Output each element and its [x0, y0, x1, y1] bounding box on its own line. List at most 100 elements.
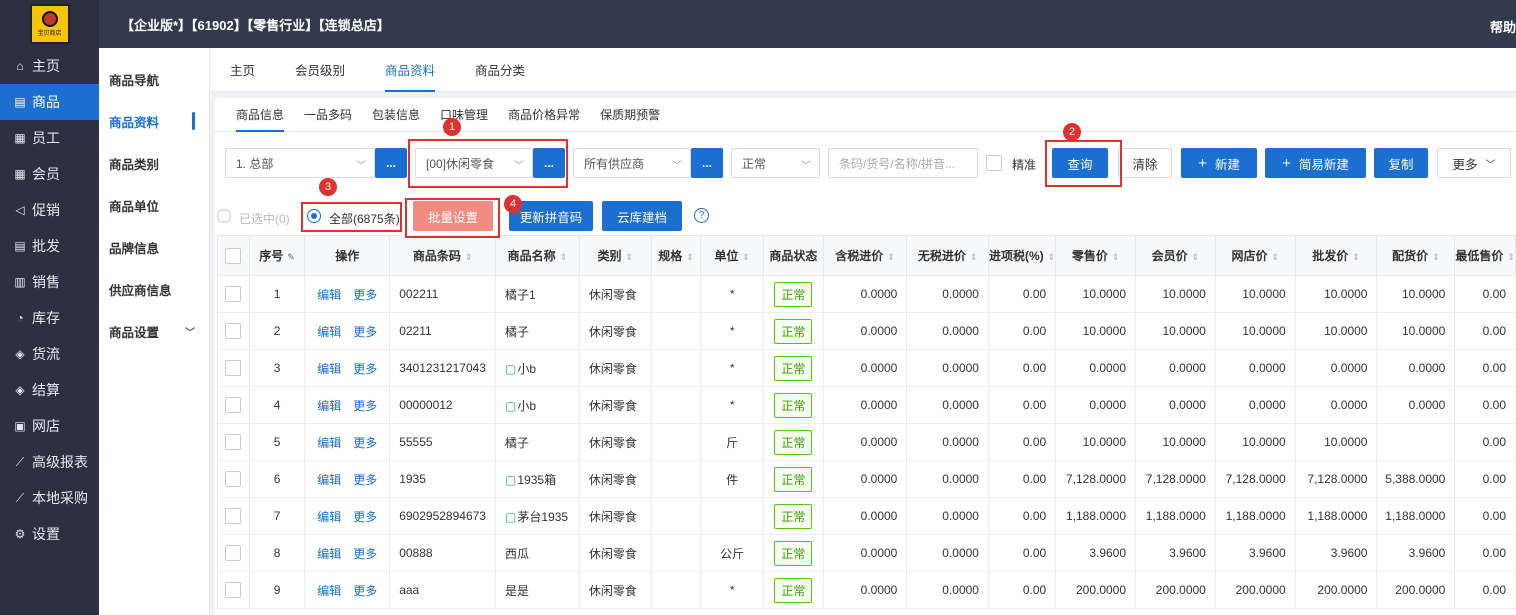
row-checkbox[interactable]: [225, 397, 242, 413]
column-header-12[interactable]: 会员价 ⇕: [1135, 235, 1216, 276]
nav-item-12[interactable]: ⟋ 本地采购: [0, 480, 99, 516]
sub-nav-item-1[interactable]: 商品资料: [99, 100, 209, 142]
cloud-archive-button[interactable]: 云库建档: [602, 201, 682, 231]
edit-link[interactable]: 编辑: [317, 325, 341, 339]
row-checkbox[interactable]: [225, 323, 242, 339]
supplier-select[interactable]: 所有供应商 ﹀: [573, 148, 691, 178]
edit-link[interactable]: 编辑: [317, 473, 341, 487]
edit-link[interactable]: 编辑: [317, 362, 341, 376]
more-button[interactable]: 更多 ﹀: [1437, 148, 1511, 178]
more-link[interactable]: 更多: [353, 436, 377, 450]
nav-item-0[interactable]: ⌂ 主页: [0, 48, 99, 84]
sub-tab-2[interactable]: 包装信息: [372, 98, 420, 132]
nav-item-10[interactable]: ▣ 网店: [0, 408, 99, 444]
all-radio[interactable]: [307, 209, 321, 223]
sub-nav-item-3[interactable]: 商品单位: [99, 184, 209, 226]
sub-tab-1[interactable]: 一品多码: [304, 98, 352, 132]
more-link[interactable]: 更多: [353, 473, 377, 487]
query-button[interactable]: 查询: [1052, 148, 1108, 178]
column-header-8[interactable]: 含税进价 ⇕: [822, 235, 908, 276]
supplier-picker-button[interactable]: ...: [691, 148, 723, 178]
column-header-6[interactable]: 单位 ⇕: [700, 235, 764, 276]
column-header-14[interactable]: 批发价 ⇕: [1294, 235, 1378, 276]
select-all-checkbox[interactable]: [225, 247, 242, 264]
batch-settings-button[interactable]: 批量设置: [413, 201, 493, 231]
column-header-1[interactable]: 操作: [304, 235, 391, 276]
sub-nav-item-6[interactable]: 商品设置 ﹀: [99, 310, 209, 352]
column-header-13[interactable]: 网店价 ⇕: [1214, 235, 1296, 276]
edit-link[interactable]: 编辑: [317, 399, 341, 413]
nav-item-9[interactable]: ◈ 结算: [0, 372, 99, 408]
sort-icon[interactable]: ⇕: [1272, 252, 1280, 262]
column-header-5[interactable]: 规格 ⇕: [650, 235, 702, 276]
sort-icon[interactable]: ⇕: [1507, 252, 1515, 262]
sort-icon[interactable]: ⇕: [1112, 252, 1120, 262]
nav-item-3[interactable]: ▦ 会员: [0, 156, 99, 192]
search-input[interactable]: 条码/货号/名称/拼音...: [828, 148, 978, 178]
copy-button[interactable]: 复制: [1374, 148, 1428, 178]
column-header-16[interactable]: 最低售价 ⇕: [1454, 235, 1516, 276]
branch-picker-button[interactable]: ...: [375, 148, 407, 178]
more-link[interactable]: 更多: [353, 288, 377, 302]
nav-item-11[interactable]: ⟋ 高级报表: [0, 444, 99, 480]
sub-nav-item-2[interactable]: 商品类别: [99, 142, 209, 184]
row-checkbox[interactable]: [225, 471, 242, 487]
row-checkbox[interactable]: [225, 434, 242, 450]
sort-icon[interactable]: ⇕: [887, 252, 895, 262]
sort-icon[interactable]: ⇕: [465, 252, 473, 262]
new-button[interactable]: + 新建: [1181, 148, 1257, 178]
sub-nav-item-5[interactable]: 供应商信息: [99, 268, 209, 310]
row-checkbox[interactable]: [225, 508, 242, 524]
exact-checkbox[interactable]: [986, 155, 1002, 171]
edit-link[interactable]: 编辑: [317, 584, 341, 598]
main-tab-0[interactable]: 主页: [230, 48, 255, 92]
column-header-4[interactable]: 类别 ⇕: [578, 235, 652, 276]
row-checkbox[interactable]: [225, 286, 242, 302]
edit-link[interactable]: 编辑: [317, 547, 341, 561]
clear-button[interactable]: 清除: [1118, 148, 1172, 178]
column-header-2[interactable]: 商品条码 ⇕: [389, 235, 497, 276]
more-link[interactable]: 更多: [353, 584, 377, 598]
column-header-9[interactable]: 无税进价 ⇕: [906, 235, 989, 276]
main-tab-1[interactable]: 会员级别: [295, 48, 345, 92]
help-icon[interactable]: ?: [694, 208, 709, 223]
edit-link[interactable]: 编辑: [317, 436, 341, 450]
more-link[interactable]: 更多: [353, 362, 377, 376]
sub-tab-4[interactable]: 商品价格异常: [508, 98, 580, 132]
sub-nav-item-4[interactable]: 品牌信息: [99, 226, 209, 268]
selected-radio[interactable]: [217, 209, 231, 223]
help-link[interactable]: 帮助: [1490, 17, 1516, 36]
sort-icon[interactable]: ⇕: [625, 252, 633, 262]
sort-icon[interactable]: ⇕: [1048, 252, 1056, 262]
sort-icon[interactable]: ⇕: [970, 252, 978, 262]
sort-icon[interactable]: ⇕: [1192, 252, 1200, 262]
sub-tab-5[interactable]: 保质期预警: [600, 98, 660, 132]
more-link[interactable]: 更多: [353, 547, 377, 561]
quick-new-button[interactable]: + 简易新建: [1265, 148, 1366, 178]
main-tab-3[interactable]: 商品分类: [475, 48, 525, 92]
sort-icon[interactable]: ⇕: [686, 252, 694, 262]
row-checkbox[interactable]: [225, 545, 242, 561]
nav-item-13[interactable]: ⚙ 设置: [0, 516, 99, 552]
sub-tab-0[interactable]: 商品信息: [236, 98, 285, 132]
sort-icon[interactable]: ⇕: [1432, 252, 1440, 262]
more-link[interactable]: 更多: [353, 325, 377, 339]
main-tab-2[interactable]: 商品资料: [385, 48, 436, 92]
row-checkbox[interactable]: [225, 582, 242, 598]
edit-link[interactable]: 编辑: [317, 510, 341, 524]
column-header-7[interactable]: 商品状态: [762, 235, 824, 276]
category-select[interactable]: [00]休闲零食 ﹀: [415, 148, 533, 178]
category-picker-button[interactable]: ...: [533, 148, 565, 178]
nav-item-6[interactable]: ▥ 销售: [0, 264, 99, 300]
nav-item-5[interactable]: ▤ 批发: [0, 228, 99, 264]
nav-item-1[interactable]: ▤ 商品: [0, 84, 99, 120]
nav-item-2[interactable]: ▦ 员工: [0, 120, 99, 156]
nav-item-4[interactable]: ◁ 促销: [0, 192, 99, 228]
column-header-11[interactable]: 零售价 ⇕: [1055, 235, 1137, 276]
more-link[interactable]: 更多: [353, 399, 377, 413]
sort-icon[interactable]: ⇕: [560, 252, 568, 262]
status-select[interactable]: 正常 ﹀: [731, 148, 820, 178]
row-checkbox[interactable]: [225, 360, 242, 376]
column-header-0[interactable]: 序号 ✎: [248, 235, 306, 276]
nav-item-8[interactable]: ◈ 货流: [0, 336, 99, 372]
